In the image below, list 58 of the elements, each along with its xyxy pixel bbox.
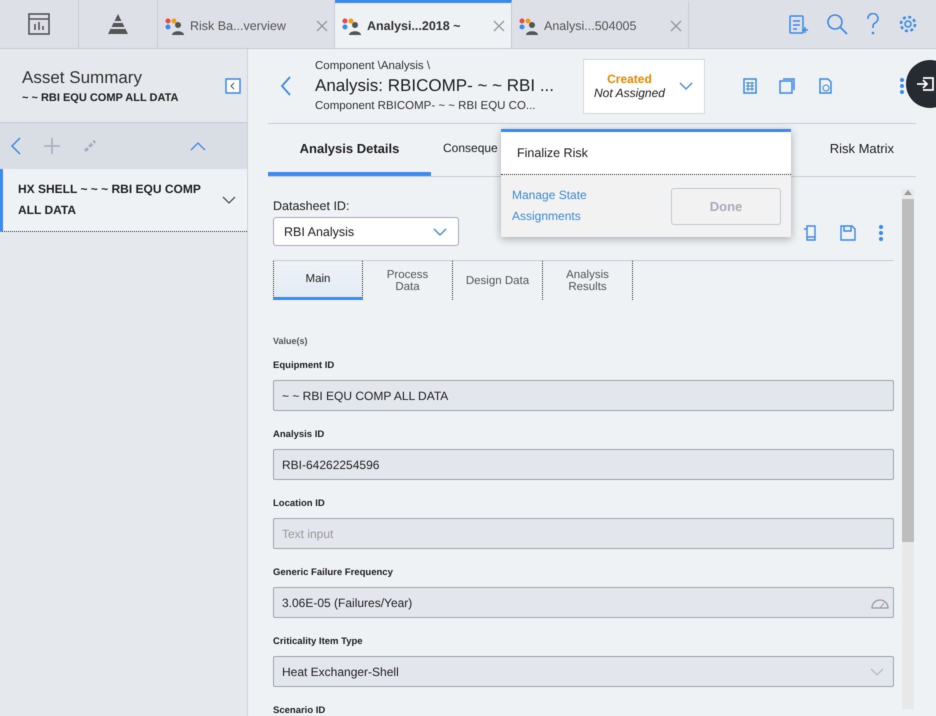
- input-field[interactable]: 3.06E-05 (Failures/Year): [273, 587, 894, 618]
- back-icon[interactable]: [280, 76, 292, 96]
- more-icon[interactable]: [878, 225, 884, 241]
- chart-icon[interactable]: [27, 12, 51, 36]
- scroll-up-icon[interactable]: [903, 189, 913, 195]
- collapse-panel-icon[interactable]: [225, 78, 241, 94]
- field-label: Generic Failure Frequency: [273, 567, 394, 578]
- field-label: Datasheet ID:: [273, 199, 350, 213]
- pages-icon[interactable]: [779, 78, 795, 94]
- panel-title: Asset Summary: [22, 68, 143, 88]
- save-icon[interactable]: [840, 225, 856, 241]
- field-label: Equipment ID: [273, 360, 336, 371]
- tab[interactable]: Main: [273, 261, 363, 300]
- tab[interactable]: Process Data: [363, 261, 453, 300]
- field-label: Criticality Item Type: [273, 636, 364, 647]
- breadcrumb: Component \Analysis \: [315, 60, 432, 72]
- clipboard-icon[interactable]: [788, 13, 808, 35]
- datasheet-dropdown[interactable]: RBI Analysis: [273, 217, 459, 246]
- document-refresh-icon[interactable]: [817, 78, 833, 94]
- dropdown-field[interactable]: Heat Exchanger-Shell: [273, 656, 894, 687]
- search-icon[interactable]: [826, 13, 848, 35]
- enter-icon: [916, 77, 934, 91]
- people-icon: [518, 16, 538, 34]
- people-icon: [164, 16, 184, 34]
- gauge-icon: [871, 596, 889, 608]
- people-icon: [341, 16, 361, 34]
- state-dropdown[interactable]: Created Not Assigned: [583, 58, 705, 114]
- chevron-down-icon[interactable]: [221, 195, 237, 205]
- page-title: Analysis: RBICOMP- ~ ~ RBI ...: [315, 76, 556, 96]
- section-label: Value(s): [273, 336, 309, 346]
- tree-item[interactable]: HX SHELL ~ ~ ~ RBI EQU COMP ALL DATA: [0, 169, 247, 232]
- document-tab[interactable]: Analysi...504005: [512, 0, 689, 48]
- chevron-down-icon[interactable]: [678, 81, 694, 91]
- field-label: Location ID: [273, 498, 326, 509]
- close-icon[interactable]: [670, 20, 682, 32]
- back-icon[interactable]: [10, 137, 22, 155]
- tab[interactable]: Design Data: [453, 261, 543, 300]
- input-field[interactable]: ~ ~ RBI EQU COMP ALL DATA: [273, 380, 894, 411]
- tab[interactable]: Analysis Results: [543, 261, 633, 300]
- field-label: Scenario ID: [273, 705, 326, 716]
- chevron-down-icon[interactable]: [432, 226, 448, 236]
- asset-name: ~ ~ RBI EQU COMP ALL DATA: [22, 92, 178, 104]
- add-icon[interactable]: [44, 138, 60, 154]
- help-icon[interactable]: [866, 13, 880, 35]
- scrollbar[interactable]: [902, 189, 914, 709]
- close-icon[interactable]: [493, 20, 505, 32]
- page-subtitle: Component RBICOMP- ~ ~ RBI EQU CO...: [315, 100, 536, 112]
- close-icon[interactable]: [316, 20, 328, 32]
- field-label: Analysis ID: [273, 429, 326, 440]
- input-field[interactable]: RBI-64262254596: [273, 449, 894, 480]
- calculator-icon[interactable]: [743, 78, 757, 94]
- chevron-up-icon[interactable]: [190, 141, 206, 151]
- more-icon[interactable]: [899, 77, 905, 95]
- tab[interactable]: Analysis Details: [268, 124, 431, 176]
- pyramid-icon[interactable]: [106, 13, 130, 35]
- document-tab[interactable]: Analysi...2018 ~: [335, 0, 512, 48]
- settings-icon[interactable]: [898, 14, 918, 34]
- tab[interactable]: Risk Matrix: [808, 124, 916, 176]
